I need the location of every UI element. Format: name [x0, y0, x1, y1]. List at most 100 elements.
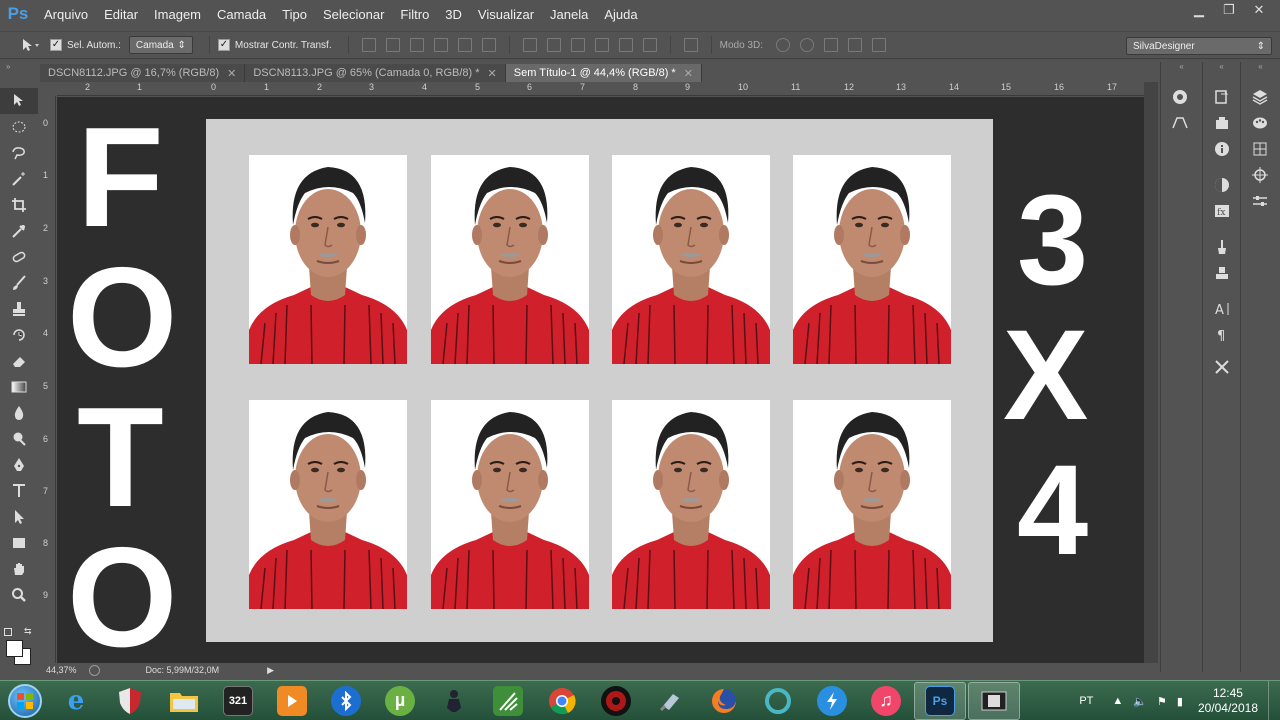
distribute-bottom-icon[interactable] [570, 38, 585, 52]
hand-tool[interactable] [0, 556, 38, 582]
adjustments-icon[interactable] [1203, 172, 1241, 198]
lasso-tool[interactable] [0, 140, 38, 166]
taskbar-circle-app[interactable] [752, 682, 804, 720]
taskbar-usb-tool[interactable] [644, 682, 696, 720]
distribute-right-icon[interactable] [642, 38, 657, 52]
menu-imagem[interactable]: Imagem [146, 7, 209, 22]
close-icon[interactable]: ✕ [488, 67, 497, 80]
distribute-top-icon[interactable] [522, 38, 537, 52]
start-button[interactable] [0, 681, 50, 720]
collapse-icon[interactable]: « [1241, 62, 1280, 74]
pen-tool[interactable] [0, 452, 38, 478]
quick-select-tool[interactable] [0, 166, 38, 192]
align-top-icon[interactable] [361, 38, 376, 52]
taskbar-vegas[interactable] [482, 682, 534, 720]
workspace-dropdown[interactable]: SilvaDesigner ⇕ [1126, 37, 1272, 55]
align-vcenter-icon[interactable] [385, 38, 400, 52]
path-select-tool[interactable] [0, 504, 38, 530]
auto-select-checkbox[interactable]: ✓ [50, 39, 62, 51]
taskbar-chrome[interactable] [536, 682, 588, 720]
taskbar-photoshop[interactable]: Ps [914, 681, 966, 720]
align-left-icon[interactable] [433, 38, 448, 52]
tool-presets-icon[interactable] [1203, 354, 1241, 380]
action-center-flag-icon[interactable]: ⚑ [1157, 695, 1167, 708]
clone-source-icon[interactable] [1203, 260, 1241, 286]
styles-fx-icon[interactable]: fx [1203, 198, 1241, 224]
taskbar-recorder[interactable] [590, 682, 642, 720]
gradient-tool[interactable] [0, 374, 38, 400]
taskbar-flash[interactable] [806, 682, 858, 720]
info-icon[interactable] [1203, 136, 1241, 162]
restore-button[interactable]: ❐ [1214, 0, 1244, 20]
taskbar-media-player-classic[interactable]: 321 [212, 682, 264, 720]
close-icon[interactable]: ✕ [684, 67, 693, 80]
language-indicator[interactable]: PT [1079, 695, 1093, 707]
auto-select-dropdown[interactable]: Camada ⇕ [128, 36, 193, 54]
history-brush-tool[interactable] [0, 322, 38, 348]
layers-icon[interactable] [1241, 84, 1279, 110]
eraser-tool[interactable] [0, 348, 38, 374]
distribute-vcenter-icon[interactable] [546, 38, 561, 52]
menu-ajuda[interactable]: Ajuda [596, 7, 645, 22]
collapse-icon[interactable]: « [1161, 62, 1202, 74]
foreground-color-swatch[interactable] [6, 640, 23, 657]
dodge-tool[interactable] [0, 426, 38, 452]
brush-tool[interactable] [0, 270, 38, 296]
move-tool[interactable] [0, 88, 38, 114]
navigator-icon[interactable] [1241, 162, 1279, 188]
3d-pan-icon[interactable] [823, 38, 838, 52]
marquee-tool[interactable] [0, 114, 38, 140]
network-icon[interactable]: ▮ [1177, 695, 1183, 708]
close-button[interactable]: ✕ [1244, 0, 1274, 20]
clock[interactable]: 12:45 20/04/2018 [1198, 686, 1258, 716]
3d-roll-icon[interactable] [799, 38, 814, 52]
rectangle-tool[interactable] [0, 530, 38, 556]
menu-janela[interactable]: Janela [542, 7, 596, 22]
status-menu-arrow-icon[interactable]: ▶ [267, 665, 274, 676]
eyedropper-tool[interactable] [0, 218, 38, 244]
close-icon[interactable]: ✕ [227, 67, 236, 80]
menu-3d[interactable]: 3D [437, 7, 470, 22]
show-transform-checkbox[interactable]: ✓ [217, 39, 230, 51]
crop-tool[interactable] [0, 192, 38, 218]
zoom-level[interactable]: 44,37% [46, 665, 77, 675]
menu-selecionar[interactable]: Selecionar [315, 7, 392, 22]
toolbar-collapse[interactable]: » [0, 62, 38, 71]
3d-scale-icon[interactable] [871, 38, 886, 52]
3d-rotate-icon[interactable] [775, 38, 790, 52]
collapse-icon[interactable]: « [1203, 62, 1240, 74]
tab-sem-titulo-1[interactable]: Sem Título-1 @ 44,4% (RGB/8) * ✕ [505, 64, 702, 82]
healing-tool[interactable] [0, 244, 38, 270]
auto-align-icon[interactable] [683, 38, 698, 52]
canvas-area[interactable]: F O T O 3 X 4 [57, 97, 1144, 669]
taskbar-counter-strike[interactable] [428, 682, 480, 720]
paragraph-icon[interactable]: ¶ [1203, 322, 1241, 348]
brush-panel-icon[interactable] [1203, 234, 1241, 260]
color-wheel-icon[interactable] [1161, 84, 1199, 110]
distribute-left-icon[interactable] [594, 38, 609, 52]
taskbar-internet-explorer[interactable]: e [50, 682, 102, 720]
history-panel-icon[interactable] [1203, 84, 1241, 110]
taskbar-firefox[interactable] [698, 682, 750, 720]
swatches-palette-icon[interactable] [1241, 110, 1279, 136]
properties-sliders-icon[interactable] [1241, 188, 1279, 214]
status-info-icon[interactable] [88, 664, 100, 676]
taskbar-file-explorer[interactable] [158, 682, 210, 720]
distribute-hcenter-icon[interactable] [618, 38, 633, 52]
show-hidden-icons[interactable]: ▲ [1112, 695, 1123, 707]
volume-icon[interactable]: 🔈 [1133, 695, 1147, 708]
menu-filtro[interactable]: Filtro [392, 7, 437, 22]
minimize-button[interactable]: ▁ [1184, 0, 1214, 20]
actions-panel-icon[interactable] [1203, 110, 1241, 136]
tab-dscn8113[interactable]: DSCN8113.JPG @ 65% (Camada 0, RGB/8) * ✕ [245, 64, 506, 82]
menu-arquivo[interactable]: Arquivo [36, 7, 96, 22]
default-colors-icon[interactable] [4, 628, 12, 636]
align-right-icon[interactable] [481, 38, 496, 52]
type-tool[interactable] [0, 478, 38, 504]
taskbar-video-editor[interactable] [968, 681, 1020, 720]
taskbar-security[interactable] [104, 682, 156, 720]
align-bottom-icon[interactable] [409, 38, 424, 52]
menu-visualizar[interactable]: Visualizar [470, 7, 542, 22]
menu-camada[interactable]: Camada [209, 7, 274, 22]
show-desktop-button[interactable] [1268, 681, 1280, 720]
